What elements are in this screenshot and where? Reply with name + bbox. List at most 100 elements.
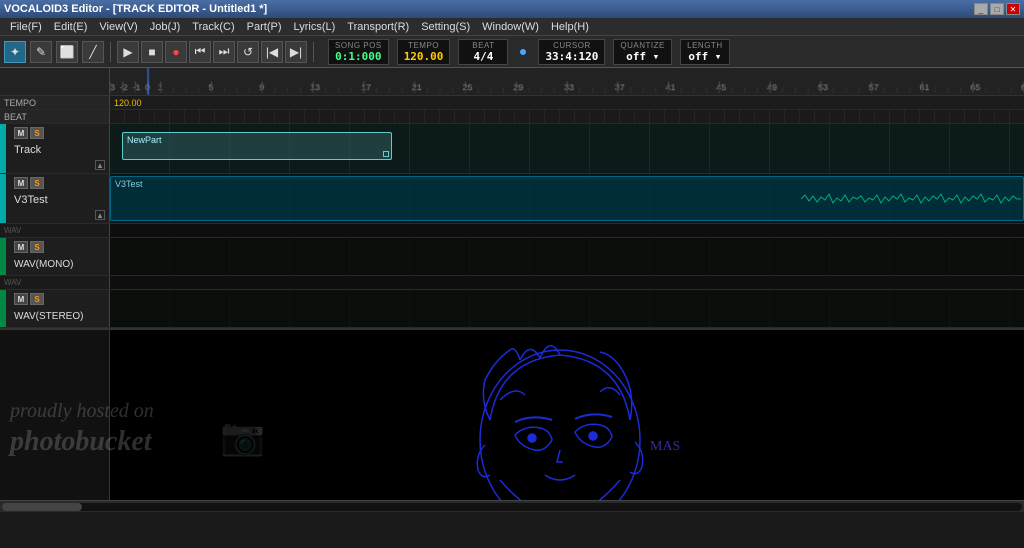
track-color-bar-1 (0, 124, 6, 173)
track-1-collapse-button[interactable]: ▲ (95, 160, 105, 170)
wav-mono-section: WAV (0, 224, 1024, 238)
track-2-mute-button[interactable]: M (14, 177, 28, 189)
track-wav-2-mute-button[interactable]: M (14, 293, 28, 305)
beat-row: BEAT (0, 110, 1024, 124)
track-wav-1-mute-button[interactable]: M (14, 241, 28, 253)
quantize-value[interactable]: off ▾ (626, 50, 659, 63)
watermark-line1: proudly hosted on (10, 398, 154, 424)
menu-edit[interactable]: Edit(E) (48, 21, 94, 33)
info-bar: SONG POS 0:1:000 TEMPO 120.00 BEAT 4/4 C… (328, 39, 730, 65)
wav-stereo-section-track (110, 276, 1024, 289)
ruler-track[interactable] (110, 68, 1024, 95)
close-button[interactable]: ✕ (1006, 3, 1020, 15)
track-1-name: Track (14, 144, 41, 156)
menu-job[interactable]: Job(J) (144, 21, 187, 33)
erase-tool-button[interactable]: ⬜ (56, 41, 78, 63)
part-resize-handle[interactable] (383, 151, 389, 157)
loop-button[interactable]: ↺ (237, 41, 259, 63)
track-wav-2-sidebar: M S WAV(STEREO) (0, 290, 110, 327)
length-group[interactable]: LENGTH off ▾ (680, 39, 730, 65)
stop-button[interactable]: ■ (141, 41, 163, 63)
track-wav-1-content[interactable] (110, 238, 1024, 275)
watermark-copyright: ® (255, 426, 263, 438)
track-wav-2-name-area: WAV(STEREO) (10, 306, 109, 327)
menu-transport[interactable]: Transport(R) (341, 21, 415, 33)
transport-controls: ▶ ■ ● ⏮ ⏭ ↺ |◀ ▶| (117, 41, 307, 63)
song-pos-value: 0:1:000 (335, 50, 381, 63)
track-1-solo-button[interactable]: S (30, 127, 44, 139)
line-tool-button[interactable]: ╱ (82, 41, 104, 63)
quantize-group[interactable]: QUANTIZE off ▾ (613, 39, 671, 65)
cursor-indicator (520, 49, 526, 55)
menu-setting[interactable]: Setting(S) (415, 21, 476, 33)
track-2-part-v3test[interactable]: V3Test (110, 176, 1024, 221)
main-area: TEMPO 120.00 BEAT M S Track (0, 68, 1024, 512)
track-1-mute-button[interactable]: M (14, 127, 28, 139)
track-2-collapse: ▲ (10, 209, 109, 223)
title-bar-controls: _ □ ✕ (974, 3, 1020, 15)
tempo-value[interactable]: 120.00 (404, 50, 444, 63)
svg-text:MAS: MAS (650, 439, 680, 454)
song-pos-group: SONG POS 0:1:000 (328, 39, 389, 65)
select-tool-button[interactable]: ✦ (4, 41, 26, 63)
track-vocal-2-sidebar: M S V3Test ▲ (0, 174, 110, 223)
track-wav-2-color-bar (0, 290, 6, 327)
quantize-label: QUANTIZE (620, 41, 664, 50)
horizontal-scrollbar[interactable] (0, 500, 1024, 512)
track-vocal-2-content[interactable]: V3Test (110, 174, 1024, 223)
menu-help[interactable]: Help(H) (545, 21, 595, 33)
beat-sidebar: BEAT (0, 110, 110, 123)
pencil-tool-button[interactable]: ✎ (30, 41, 52, 63)
minimize-button[interactable]: _ (974, 3, 988, 15)
track-1-part-newpart[interactable]: NewPart (122, 132, 392, 160)
toolbar: ✦ ✎ ⬜ ╱ ▶ ■ ● ⏮ ⏭ ↺ |◀ ▶| SONG POS 0:1:0… (0, 36, 1024, 68)
record-button[interactable]: ● (165, 41, 187, 63)
title-bar-text: VOCALOID3 Editor - [TRACK EDITOR - Untit… (4, 3, 267, 15)
track-1-controls: M S (10, 124, 109, 140)
track-wav-2-controls: M S (10, 290, 109, 306)
tempo-track-content[interactable]: 120.00 (110, 96, 1024, 109)
track-2-solo-button[interactable]: S (30, 177, 44, 189)
track-wav-2-content[interactable] (110, 290, 1024, 327)
ruler-canvas (110, 68, 1024, 95)
track-2-controls: M S (10, 174, 109, 190)
menu-lyrics[interactable]: Lyrics(L) (288, 21, 342, 33)
maximize-button[interactable]: □ (990, 3, 1004, 15)
track-vocal-1-content[interactable]: NewPart (110, 124, 1024, 173)
skip-back-button[interactable]: |◀ (261, 41, 283, 63)
tempo-label: TEMPO (408, 41, 439, 50)
menu-part[interactable]: Part(P) (241, 21, 288, 33)
tempo-group[interactable]: TEMPO 120.00 (397, 39, 451, 65)
play-button[interactable]: ▶ (117, 41, 139, 63)
cursor-label: CURSOR (553, 41, 591, 50)
separator-1 (110, 42, 111, 62)
menu-view[interactable]: View(V) (93, 21, 143, 33)
rewind-button[interactable]: ⏮ (189, 41, 211, 63)
track-wav-1-solo-button[interactable]: S (30, 241, 44, 253)
wav-mono-section-track (110, 224, 1024, 237)
track-wav-1-controls: M S (10, 238, 109, 254)
song-pos-label: SONG POS (335, 41, 382, 50)
wav-stereo-section-label: WAV (0, 276, 110, 289)
length-value[interactable]: off ▾ (688, 50, 721, 63)
cursor-group: CURSOR 33:4:120 (538, 39, 605, 65)
track-2-name: V3Test (14, 194, 48, 206)
scrollbar-track[interactable] (2, 503, 1022, 511)
fast-forward-button[interactable]: ⏭ (213, 41, 235, 63)
track-wav-1-name: WAV(MONO) (14, 259, 73, 270)
ruler-row (0, 68, 1024, 96)
menu-track[interactable]: Track(C) (186, 21, 240, 33)
track-wav-2-solo-button[interactable]: S (30, 293, 44, 305)
menu-window[interactable]: Window(W) (476, 21, 545, 33)
track-vocal-2: M S V3Test ▲ V3Test (0, 174, 1024, 224)
skip-fwd-button[interactable]: ▶| (285, 41, 307, 63)
beat-group[interactable]: BEAT 4/4 (458, 39, 508, 65)
track-2-collapse-button[interactable]: ▲ (95, 210, 105, 220)
watermark: proudly hosted on photobucket (10, 398, 154, 460)
menu-file[interactable]: File(F) (4, 21, 48, 33)
separator-2 (313, 42, 314, 62)
tempo-sidebar: TEMPO (0, 96, 110, 109)
scrollbar-thumb[interactable] (2, 503, 82, 511)
track-vocal-1: M S Track ▲ NewPart (0, 124, 1024, 174)
beat-value[interactable]: 4/4 (474, 50, 494, 63)
